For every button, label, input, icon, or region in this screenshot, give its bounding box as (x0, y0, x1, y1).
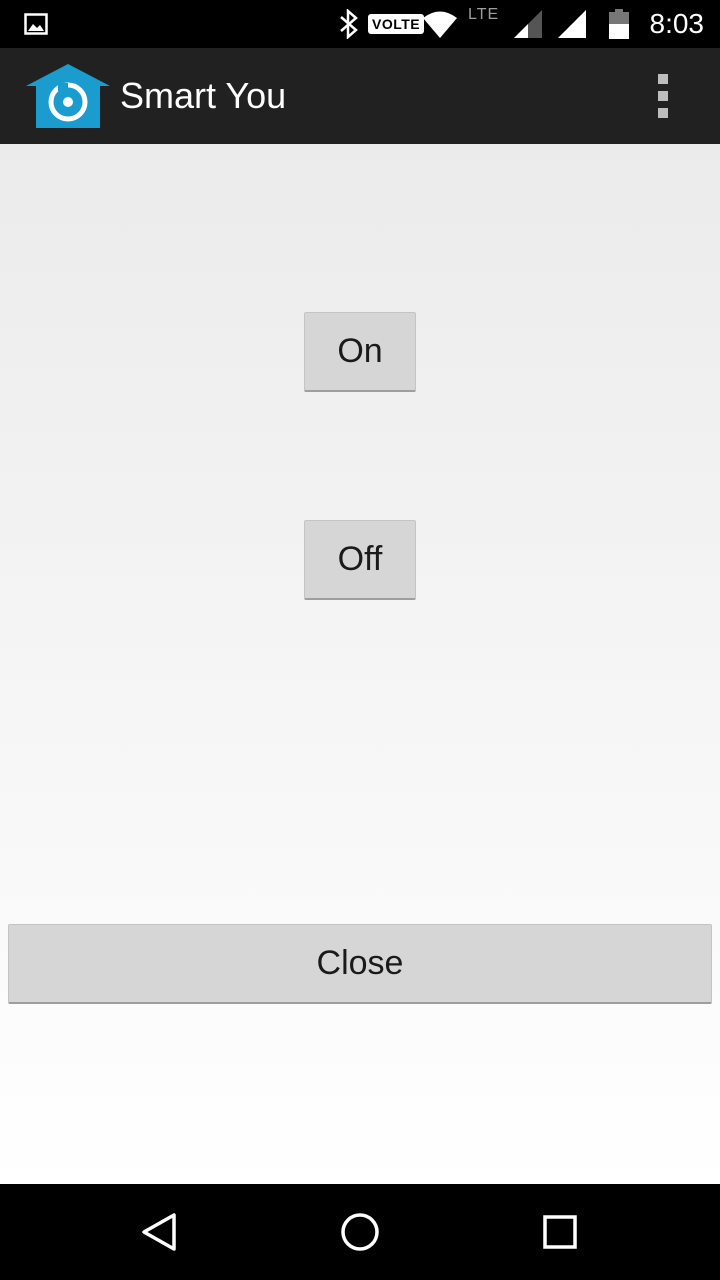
recents-icon[interactable] (536, 1208, 584, 1256)
overflow-menu-icon[interactable] (646, 74, 680, 118)
signal-full-icon (556, 0, 588, 48)
home-icon[interactable] (336, 1208, 384, 1256)
app-title: Smart You (120, 75, 287, 116)
bluetooth-icon (338, 0, 360, 48)
image-notification-icon (24, 0, 48, 48)
navigation-bar (0, 1184, 720, 1280)
status-bar: VOLTE LTE 8:03 (0, 0, 720, 48)
close-button[interactable]: Close (8, 924, 712, 1004)
wifi-icon (422, 0, 458, 48)
lte-label: LTE (468, 6, 500, 23)
on-button[interactable]: On (304, 312, 416, 392)
back-icon[interactable] (136, 1208, 184, 1256)
action-bar: Smart You (0, 48, 720, 144)
app-logo-icon[interactable] (26, 64, 110, 130)
off-button[interactable]: Off (304, 520, 416, 600)
lte-icon: LTE (468, 0, 499, 54)
main-content: On Off Close (0, 144, 720, 1184)
battery-icon (608, 0, 630, 48)
signal-icon (512, 0, 544, 48)
status-time: 8:03 (649, 8, 705, 39)
volte-label: VOLTE (368, 14, 425, 34)
volte-icon: VOLTE (368, 0, 425, 48)
